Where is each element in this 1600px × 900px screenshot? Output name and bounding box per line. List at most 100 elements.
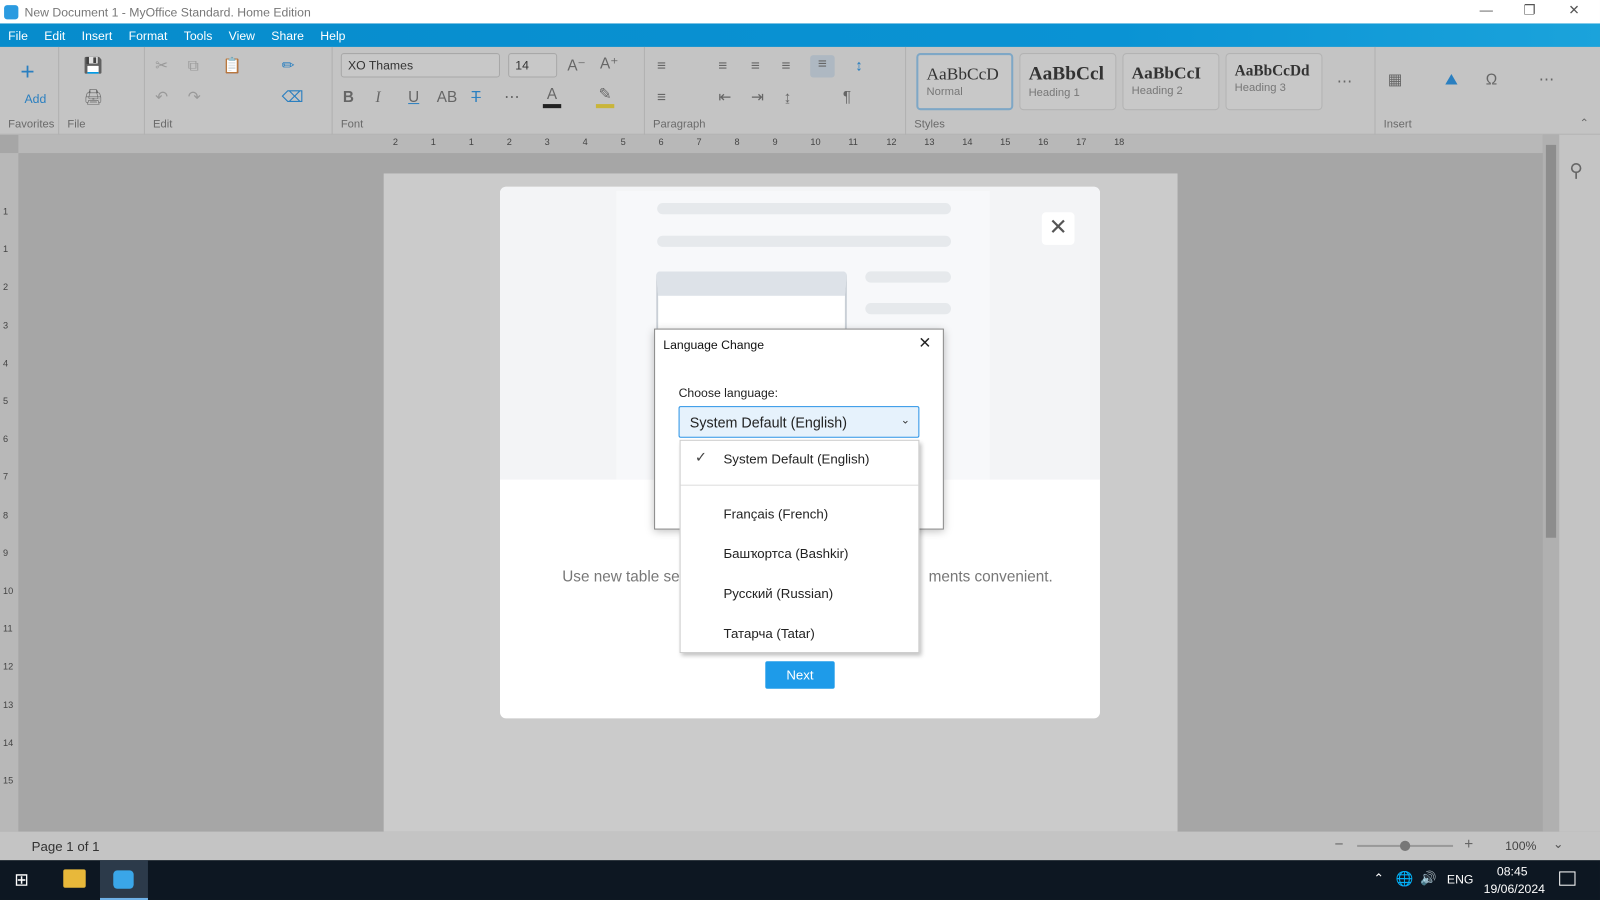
style-name: Heading 2 bbox=[1131, 84, 1183, 97]
image-icon[interactable]: ⛰ bbox=[1445, 71, 1458, 89]
language-option[interactable]: Башҡортса (Bashkir) bbox=[723, 546, 848, 561]
zoom-slider[interactable] bbox=[1357, 840, 1454, 852]
numbered-list-icon[interactable]: ≡ bbox=[657, 89, 666, 107]
illus-bar bbox=[657, 235, 952, 247]
next-button[interactable]: Next bbox=[765, 661, 835, 689]
illus-bar bbox=[865, 271, 952, 283]
illus-bar bbox=[865, 303, 952, 315]
justify-icon[interactable]: ≡ bbox=[810, 55, 835, 78]
ruler-tick-label: 4 bbox=[582, 136, 588, 147]
zoom-dropdown-icon[interactable]: ⌄ bbox=[1553, 837, 1563, 851]
zoom-out-button[interactable]: − bbox=[1335, 836, 1344, 853]
font-size-select[interactable]: 14 bbox=[508, 53, 558, 78]
close-onboarding-button[interactable]: ✕ bbox=[1041, 212, 1075, 245]
network-icon[interactable]: 🌐 bbox=[1396, 870, 1414, 887]
bullet-list-icon[interactable]: ≡ bbox=[657, 57, 666, 75]
more-icon[interactable]: ⋯ bbox=[504, 89, 519, 107]
minimize-button[interactable]: — bbox=[1480, 2, 1493, 17]
underline-icon[interactable]: U bbox=[408, 89, 419, 107]
volume-icon[interactable]: 🔊 bbox=[1420, 870, 1437, 886]
ruler-tick-label: 2 bbox=[392, 136, 398, 147]
copy-icon[interactable]: ⧉ bbox=[188, 57, 199, 75]
cut-icon[interactable]: ✂ bbox=[155, 57, 168, 75]
style-heading-2[interactable]: AaBbCcI Heading 2 bbox=[1122, 53, 1220, 111]
increase-font-icon[interactable]: A⁺ bbox=[600, 55, 618, 73]
paragraph-group: ≡ ≡ ≡ ≡ ≡ ↕ ≡ ⇤ ⇥ ↨ ¶ Paragraph bbox=[645, 46, 907, 135]
vertical-scrollbar[interactable] bbox=[1542, 134, 1560, 832]
add-icon[interactable]: + bbox=[20, 60, 34, 84]
font-name-select[interactable]: XO Thames bbox=[340, 53, 500, 78]
ruler-tick-label: 2 bbox=[3, 282, 9, 293]
tray-chevron-icon[interactable]: ⌃ bbox=[1373, 871, 1383, 885]
status-bar: Page 1 of 1 − + 100% ⌄ bbox=[0, 831, 1600, 861]
collapse-ribbon-icon[interactable]: ⌃ bbox=[1580, 114, 1589, 132]
increase-indent-icon[interactable]: ⇥ bbox=[751, 89, 764, 107]
language-option[interactable]: System Default (English) bbox=[723, 451, 869, 466]
menu-format[interactable]: Format bbox=[129, 28, 168, 42]
style-name: Heading 3 bbox=[1234, 81, 1286, 94]
highlight-icon[interactable]: ✎ bbox=[595, 86, 615, 109]
add-button[interactable]: Add bbox=[24, 92, 46, 106]
close-dialog-button[interactable]: ✕ bbox=[918, 334, 931, 352]
menu-help[interactable]: Help bbox=[320, 28, 345, 42]
menu-tools[interactable]: Tools bbox=[184, 28, 213, 42]
language-option[interactable]: Français (French) bbox=[723, 506, 828, 521]
paste-icon[interactable]: 📋 bbox=[222, 57, 241, 75]
symbol-icon[interactable]: Ω bbox=[1486, 71, 1497, 89]
ruler-tick-label: 7 bbox=[3, 471, 9, 483]
myoffice-taskbar-button[interactable] bbox=[99, 860, 148, 900]
clock-time[interactable]: 08:45 bbox=[1497, 864, 1528, 878]
zoom-level[interactable]: 100% bbox=[1505, 839, 1536, 853]
more-insert-icon[interactable]: ⋯ bbox=[1539, 71, 1554, 89]
redo-icon[interactable]: ↷ bbox=[188, 89, 201, 107]
format-painter-icon[interactable]: ✏ bbox=[282, 57, 295, 75]
save-icon[interactable]: 💾 bbox=[84, 57, 103, 75]
language-select-value: System Default (English) bbox=[689, 414, 847, 431]
print-icon[interactable]: 🖨 bbox=[84, 89, 103, 107]
language-select[interactable]: System Default (English) ⌄ bbox=[678, 406, 920, 438]
caps-icon[interactable]: AB bbox=[437, 89, 457, 107]
line-spacing-icon[interactable]: ↕ bbox=[855, 57, 863, 75]
clock-date[interactable]: 19/06/2024 bbox=[1484, 882, 1545, 896]
bold-icon[interactable]: B bbox=[343, 89, 354, 107]
input-language[interactable]: ENG bbox=[1447, 872, 1474, 886]
ruler-tick-label: 6 bbox=[658, 136, 664, 147]
notifications-icon[interactable] bbox=[1559, 871, 1576, 886]
menu-file[interactable]: File bbox=[8, 28, 28, 42]
style-heading-3[interactable]: AaBbCcDd Heading 3 bbox=[1225, 53, 1323, 111]
start-icon[interactable]: ⊞ bbox=[14, 870, 29, 890]
italic-icon[interactable]: I bbox=[376, 89, 381, 107]
style-heading-1[interactable]: AaBbCcl Heading 1 bbox=[1019, 53, 1117, 111]
style-sample: AaBbCcI bbox=[1131, 63, 1202, 83]
eraser-icon[interactable]: ⌫ bbox=[282, 89, 304, 107]
search-icon[interactable]: ⚲ bbox=[1569, 161, 1582, 179]
zoom-slider-thumb[interactable] bbox=[1399, 840, 1411, 852]
align-center-icon[interactable]: ≡ bbox=[751, 57, 760, 75]
zoom-in-button[interactable]: + bbox=[1464, 836, 1473, 853]
insert-group: ▦ ⛰ Ω ⋯ ⌃ Insert bbox=[1375, 47, 1599, 135]
more-styles-icon[interactable]: ⋯ bbox=[1337, 73, 1352, 91]
align-right-icon[interactable]: ≡ bbox=[782, 57, 791, 75]
close-window-button[interactable]: ✕ bbox=[1568, 2, 1579, 18]
menu-edit[interactable]: Edit bbox=[44, 28, 65, 42]
menu-insert[interactable]: Insert bbox=[82, 28, 113, 42]
table-icon[interactable]: ▦ bbox=[1388, 71, 1402, 89]
menu-view[interactable]: View bbox=[229, 28, 255, 42]
decrease-font-icon[interactable]: A⁻ bbox=[567, 57, 585, 75]
ribbon: + Add Favorites 💾 🖨 File ✂ ⧉ 📋 ✏ ↶ ↷ ⌫ E… bbox=[0, 46, 1600, 135]
file-explorer-icon[interactable] bbox=[63, 869, 86, 888]
pilcrow-icon[interactable]: ¶ bbox=[843, 89, 851, 107]
style-normal[interactable]: AaBbCcD Normal bbox=[916, 53, 1014, 111]
paragraph-spacing-icon[interactable]: ↨ bbox=[784, 89, 792, 107]
language-option[interactable]: Татарча (Tatar) bbox=[723, 626, 814, 641]
menu-share[interactable]: Share bbox=[271, 28, 304, 42]
font-color-icon[interactable]: A bbox=[542, 86, 562, 109]
strikethrough-icon[interactable]: T bbox=[471, 89, 480, 107]
undo-icon[interactable]: ↶ bbox=[155, 89, 168, 107]
right-sidebar: ⚲ bbox=[1559, 134, 1600, 832]
align-left-icon[interactable]: ≡ bbox=[718, 57, 727, 75]
restore-button[interactable]: ❐ bbox=[1523, 2, 1535, 18]
scroll-thumb[interactable] bbox=[1545, 144, 1557, 538]
decrease-indent-icon[interactable]: ⇤ bbox=[718, 89, 731, 107]
language-option[interactable]: Русский (Russian) bbox=[723, 586, 833, 601]
